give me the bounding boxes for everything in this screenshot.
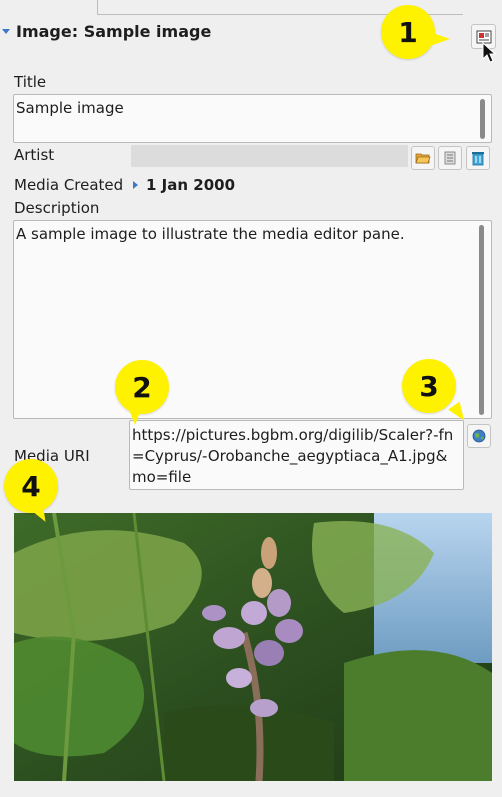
title-value: Sample image — [16, 99, 124, 117]
title-field[interactable]: Sample image — [13, 94, 492, 143]
description-scrollbar[interactable] — [479, 225, 484, 415]
orobanche-photo — [14, 513, 492, 781]
image-preview — [14, 513, 492, 781]
trash-icon — [472, 152, 484, 166]
callout-3: 3 — [402, 359, 456, 413]
collapse-triangle-icon[interactable] — [2, 28, 10, 34]
edit-person-button[interactable] — [438, 146, 462, 170]
mouse-cursor-icon — [482, 42, 497, 63]
media-created-label: Media Created — [14, 176, 124, 194]
callout-4: 4 — [4, 459, 58, 513]
title-scrollbar[interactable] — [480, 99, 485, 139]
globe-icon — [472, 429, 486, 443]
media-created-value[interactable]: 1 Jan 2000 — [146, 176, 235, 194]
section-title: Image: Sample image — [16, 21, 212, 41]
callout-2-pointer — [128, 407, 142, 425]
media-uri-value: https://pictures.bgbm.org/digilib/Scaler… — [132, 426, 454, 486]
open-uri-button[interactable] — [467, 424, 491, 448]
description-label: Description — [14, 199, 100, 217]
date-expand-icon[interactable] — [133, 181, 138, 189]
artist-label: Artist — [14, 146, 55, 164]
tab-edge — [97, 0, 98, 14]
edit-person-icon — [444, 151, 456, 165]
remove-person-button[interactable] — [466, 146, 490, 170]
description-value: A sample image to illustrate the media e… — [16, 225, 405, 243]
artist-field[interactable] — [131, 145, 408, 167]
callout-1: 1 — [381, 5, 435, 59]
media-uri-field[interactable]: https://pictures.bgbm.org/digilib/Scaler… — [129, 420, 464, 490]
folder-open-icon — [415, 153, 431, 164]
callout-1-pointer — [430, 32, 450, 46]
callout-2: 2 — [115, 360, 169, 414]
section-header[interactable]: Image: Sample image — [0, 20, 211, 42]
select-person-button[interactable] — [411, 146, 435, 170]
title-label: Title — [14, 73, 47, 91]
